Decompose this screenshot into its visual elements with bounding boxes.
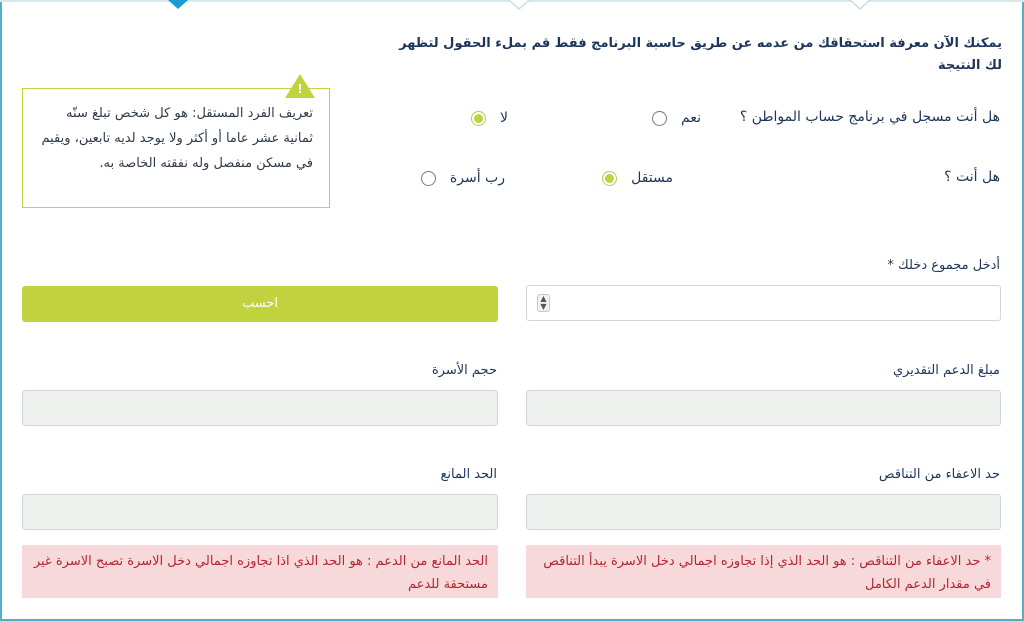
warning-icon: !	[284, 73, 316, 99]
family-head-radio[interactable]	[420, 170, 436, 186]
independent-option[interactable]: مستقل	[602, 170, 673, 186]
family-size-field	[22, 390, 498, 426]
registered-yes-radio[interactable]	[652, 110, 668, 126]
income-input[interactable]: ▲ ▼	[526, 285, 1001, 321]
estimated-support-label: مبلغ الدعم التقديري	[892, 363, 1000, 378]
family-head-label: رب أسرة	[449, 170, 505, 186]
independent-radio[interactable]	[602, 170, 618, 186]
number-spinner[interactable]: ▲ ▼	[537, 294, 550, 312]
calculate-button[interactable]: احسب	[22, 286, 498, 322]
prohibitive-note: الحد المانع من الدعم : هو الحد الذي اذا …	[22, 545, 498, 598]
tooltip-text: تعريف الفرد المستقل: هو كل شخص تبلغ سنّه…	[41, 106, 313, 171]
registered-no-label: لا	[500, 110, 508, 126]
family-head-option[interactable]: رب أسرة	[420, 170, 505, 186]
independent-definition-tooltip: تعريف الفرد المستقل: هو كل شخص تبلغ سنّه…	[22, 88, 330, 208]
estimated-support-field	[526, 390, 1001, 426]
prohibitive-limit-field	[22, 494, 498, 530]
exemption-limit-field	[526, 494, 1001, 530]
independent-label: مستقل	[631, 170, 673, 186]
registered-yes-option[interactable]: نعم	[652, 110, 701, 126]
exemption-note: * حد الاعفاء من التناقص : هو الحد الذي إ…	[526, 545, 1001, 598]
registered-no-option[interactable]: لا	[471, 110, 508, 126]
family-size-label: حجم الأسرة	[431, 363, 497, 378]
registered-yes-label: نعم	[681, 110, 701, 126]
tab-pointer	[849, 0, 871, 10]
spinner-down-icon[interactable]: ▼	[538, 303, 549, 311]
status-question-label: هل أنت ؟	[944, 169, 1000, 185]
active-tab-pointer	[168, 0, 188, 9]
intro-text: يمكنك الآن معرفة استحقاقك من عدمه عن طري…	[399, 36, 1002, 73]
tab-pointer	[508, 0, 530, 10]
exemption-limit-label: حد الاعفاء من التناقص	[878, 467, 1000, 482]
registered-question-label: هل أنت مسجل في برنامج حساب المواطن ؟	[739, 109, 1000, 125]
income-label: أدخل مجموع دخلك *	[887, 258, 1000, 273]
prohibitive-limit-label: الحد المانع	[440, 467, 497, 482]
registered-no-radio[interactable]	[471, 110, 487, 126]
warning-icon-glyph: !	[297, 82, 303, 96]
